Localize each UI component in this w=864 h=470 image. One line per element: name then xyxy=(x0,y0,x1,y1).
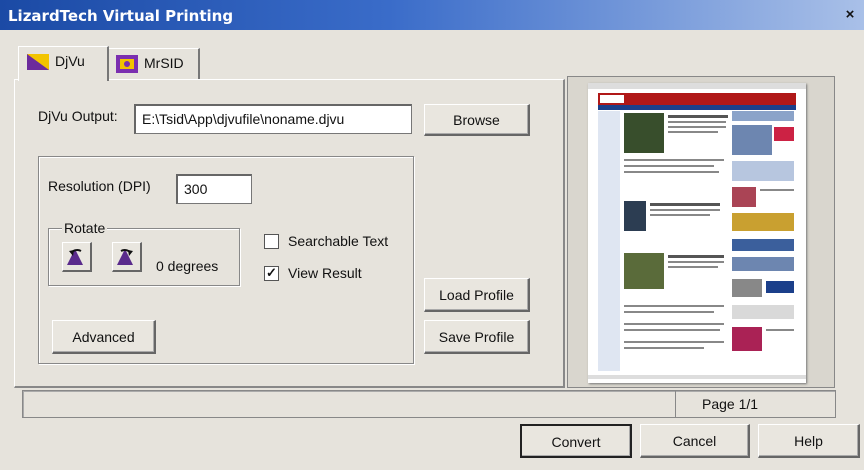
resolution-field[interactable]: 300 xyxy=(176,174,252,204)
page-preview xyxy=(567,76,835,388)
browse-button[interactable]: Browse xyxy=(424,104,530,136)
load-profile-button[interactable]: Load Profile xyxy=(424,278,530,312)
save-profile-button[interactable]: Save Profile xyxy=(424,320,530,354)
page-indicator: Page 1/1 xyxy=(675,391,834,417)
rotate-left-button[interactable] xyxy=(62,242,92,272)
cancel-button[interactable]: Cancel xyxy=(640,424,750,458)
mrsid-icon xyxy=(116,55,138,74)
help-button[interactable]: Help xyxy=(758,424,860,458)
webpage-thumbnail-image xyxy=(588,83,806,379)
rotate-left-icon xyxy=(67,249,83,265)
djvu-output-field[interactable]: E:\Tsid\App\djvufile\noname.djvu xyxy=(134,104,412,134)
rotate-right-button[interactable] xyxy=(112,242,142,272)
djvu-icon xyxy=(27,54,49,71)
window-title: LizardTech Virtual Printing xyxy=(8,7,234,25)
rotate-label: Rotate xyxy=(62,220,108,236)
djvu-output-label: DjVu Output: xyxy=(38,108,118,124)
tab-djvu-label: DjVu xyxy=(55,53,85,69)
title-bar: LizardTech Virtual Printing × xyxy=(0,0,864,30)
searchable-text-checkbox[interactable] xyxy=(264,234,279,249)
tab-mrsid-label: MrSID xyxy=(144,55,184,71)
preview-page-thumbnail xyxy=(588,83,806,383)
view-result-checkbox[interactable]: ✓ xyxy=(264,266,279,281)
resolution-label: Resolution (DPI) xyxy=(48,178,151,194)
convert-button[interactable]: Convert xyxy=(520,424,632,458)
status-bar: Page 1/1 xyxy=(22,390,836,418)
rotate-right-icon xyxy=(117,249,133,265)
close-icon[interactable]: × xyxy=(840,7,860,23)
view-result-label: View Result xyxy=(288,265,362,281)
rotate-degrees-text: 0 degrees xyxy=(156,258,219,274)
advanced-button[interactable]: Advanced xyxy=(52,320,156,354)
searchable-text-label: Searchable Text xyxy=(288,233,389,249)
tab-mrsid[interactable]: MrSID xyxy=(107,48,200,79)
tab-djvu[interactable]: DjVu xyxy=(18,46,109,81)
